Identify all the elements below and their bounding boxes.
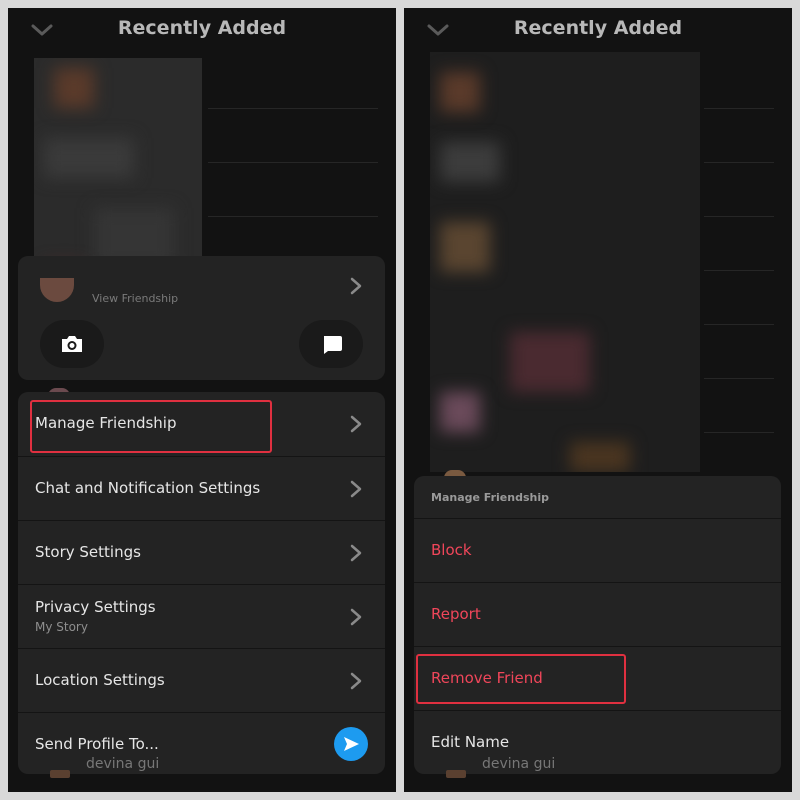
chevron-right-icon (350, 608, 362, 626)
chat-icon (324, 336, 342, 354)
highlight-remove-friend (416, 654, 626, 704)
view-friendship-row[interactable]: View Friendship (18, 256, 385, 316)
sheet-header: Manage Friendship (414, 476, 781, 518)
menu-item-story-settings[interactable]: Story Settings (18, 520, 385, 584)
menu-item-label: Story Settings (35, 543, 141, 561)
avatar (446, 770, 466, 778)
page-title: Recently Added (117, 17, 287, 39)
camera-icon (62, 336, 82, 352)
bottom-list-item: devina gui (404, 756, 792, 792)
chevron-right-icon (350, 480, 362, 498)
menu-item-send-profile[interactable]: Send Profile To... (18, 712, 385, 774)
camera-button[interactable] (40, 320, 104, 368)
send-icon (344, 737, 359, 751)
chat-button[interactable] (299, 320, 363, 368)
right-screen: Recently Added Manage Friendship Block R… (404, 8, 792, 792)
page-title: Recently Added (513, 17, 683, 39)
action-label: Edit Name (431, 733, 510, 751)
action-label: Block (431, 541, 472, 559)
avatar (40, 278, 74, 302)
avatar (50, 770, 70, 778)
header: Recently Added (8, 8, 396, 60)
edit-name-button[interactable]: Edit Name (414, 710, 781, 774)
blurred-content (430, 52, 700, 472)
menu-item-sublabel: My Story (35, 620, 88, 634)
chevron-right-icon (350, 672, 362, 690)
menu-item-label: Location Settings (35, 671, 165, 689)
chevron-right-icon (350, 544, 362, 562)
friend-name: devina gui (482, 756, 556, 772)
friend-name: devina gui (86, 756, 160, 772)
sheet-title: Manage Friendship (431, 491, 549, 504)
menu-item-location-settings[interactable]: Location Settings (18, 648, 385, 712)
chevron-right-icon (350, 415, 362, 433)
menu-item-label: Send Profile To... (35, 735, 159, 753)
menu-item-label: Chat and Notification Settings (35, 479, 261, 497)
friend-card: View Friendship (18, 256, 385, 380)
highlight-manage-friendship (30, 400, 272, 453)
menu-item-chat-notification-settings[interactable]: Chat and Notification Settings (18, 456, 385, 520)
manage-friendship-sheet: Manage Friendship Block Report Remove Fr… (414, 476, 781, 774)
menu-item-label: Privacy Settings (35, 598, 156, 616)
menu-item-privacy-settings[interactable]: Privacy Settings My Story (18, 584, 385, 648)
bottom-list-item: devina gui (8, 756, 396, 792)
action-label: Report (431, 605, 481, 623)
chevron-right-icon (350, 277, 362, 295)
view-friendship-label: View Friendship (92, 292, 179, 305)
send-button[interactable] (334, 727, 368, 761)
report-button[interactable]: Report (414, 582, 781, 646)
left-screen: Recently Added View Friendship Manage Fr… (8, 8, 396, 792)
block-button[interactable]: Block (414, 518, 781, 582)
